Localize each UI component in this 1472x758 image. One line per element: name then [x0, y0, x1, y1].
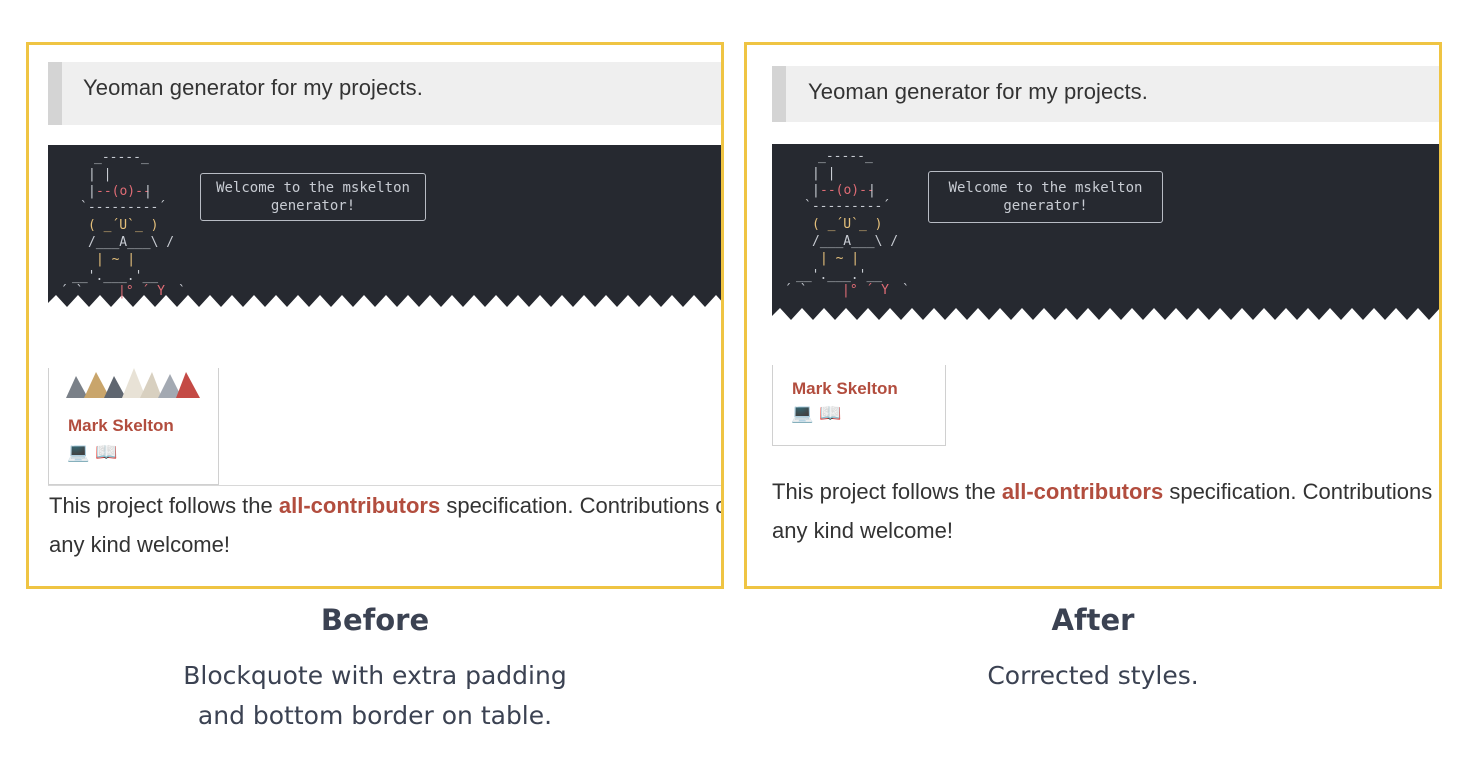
caption-description-before: Blockquote with extra padding and bottom…	[26, 656, 724, 736]
contributor-card: Mark Skelton 💻 📖	[48, 368, 219, 485]
para-prefix: This project follows the	[772, 479, 1002, 504]
svg-text:´ `: ´ `	[784, 283, 807, 298]
svg-text:`: `	[902, 283, 910, 298]
blockquote-text: Yeoman generator for my projects.	[808, 79, 1148, 104]
svg-text:( _´U`_ ): ( _´U`_ )	[812, 217, 882, 232]
para-prefix: This project follows the	[49, 493, 279, 518]
caption-line: Blockquote with extra padding	[183, 661, 567, 690]
before-panel: Yeoman generator for my projects. _-----…	[26, 42, 724, 589]
contribution-icons[interactable]: 💻 📖	[67, 442, 118, 463]
svg-text:| ~ |: | ~ |	[820, 251, 859, 266]
contribution-icons[interactable]: 💻 📖	[791, 403, 842, 424]
svg-text:|° ´ Y: |° ´ Y	[842, 283, 889, 298]
svg-text:_-----_: _-----_	[818, 149, 873, 164]
svg-text:|: |	[868, 183, 876, 198]
avatar	[66, 368, 200, 398]
caption-title-after: After	[1051, 603, 1135, 637]
para-suffix: specification. Contributions of	[1163, 479, 1442, 504]
svg-text:--(o)--: --(o)--	[820, 183, 875, 198]
all-contributors-paragraph: This project follows the all-contributor…	[49, 486, 724, 564]
blockquote: Yeoman generator for my projects.	[772, 66, 1439, 122]
blockquote-text: Yeoman generator for my projects.	[83, 75, 423, 100]
para-line2: any kind welcome!	[772, 518, 953, 543]
terminal-background: _-----_ | | | --(o)--| `---------´ ( _´U`…	[48, 145, 721, 307]
svg-text:( _´U`_ ): ( _´U`_ )	[88, 218, 158, 233]
svg-text:| |: | |	[88, 167, 111, 182]
contributor-name-link[interactable]: Mark Skelton	[68, 416, 174, 436]
caption-title-before: Before	[320, 603, 430, 637]
svg-text:|: |	[812, 183, 820, 198]
all-contributors-paragraph: This project follows the all-contributor…	[772, 472, 1442, 550]
blockquote: Yeoman generator for my projects.	[48, 62, 721, 125]
svg-text:`---------´: `---------´	[804, 199, 890, 214]
svg-text:| ~ |: | ~ |	[96, 252, 135, 267]
svg-text:/___A___\ /: /___A___\ /	[88, 235, 174, 250]
contributor-name-link[interactable]: Mark Skelton	[792, 379, 898, 399]
welcome-message-box: Welcome to the mskelton generator!	[200, 173, 426, 221]
svg-text:´ `: ´ `	[60, 284, 83, 299]
svg-text:--(o)--: --(o)--	[96, 184, 151, 199]
all-contributors-link[interactable]: all-contributors	[1002, 479, 1163, 504]
svg-text:|: |	[144, 184, 152, 199]
terminal-banner: _-----_ | | | --(o)-- | `---------´ ( _´U`…	[772, 144, 1439, 328]
welcome-message-box: Welcome to the mskelton generator!	[928, 171, 1163, 223]
svg-text:|: |	[88, 184, 96, 199]
contributor-card: Mark Skelton 💻 📖	[772, 365, 946, 446]
caption-line: and bottom border on table.	[197, 701, 553, 730]
terminal-banner: _-----_ | | | --(o)-- | `---------´ ( _´U`…	[48, 145, 721, 315]
caption-description-after: Corrected styles.	[744, 656, 1442, 696]
svg-text:| |: | |	[812, 166, 835, 181]
svg-text:|° ´ Y: |° ´ Y	[118, 284, 165, 299]
svg-text:`: `	[178, 284, 186, 299]
para-suffix: specification. Contributions of	[440, 493, 724, 518]
all-contributors-link[interactable]: all-contributors	[279, 493, 440, 518]
after-panel: Yeoman generator for my projects. _-----…	[744, 42, 1442, 589]
para-line2: any kind welcome!	[49, 532, 230, 557]
svg-text:__'.___.'__: __'.___.'__	[72, 269, 158, 284]
svg-text:_-----_: _-----_	[94, 150, 149, 165]
svg-text:`---------´: `---------´	[80, 200, 166, 215]
svg-text:__'.___.'__: __'.___.'__	[796, 268, 882, 283]
svg-text:/___A___\ /: /___A___\ /	[812, 234, 898, 249]
caption-line: Corrected styles.	[987, 661, 1199, 690]
